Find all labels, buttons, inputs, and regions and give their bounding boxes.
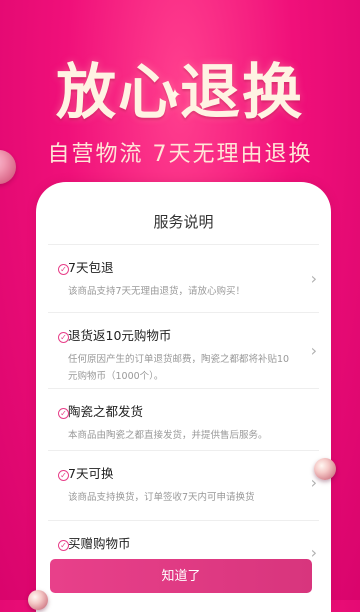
chevron-right-icon: ›: [310, 473, 317, 492]
service-item-desc: 该商品支持7天无理由退货，请放心购买！: [68, 286, 246, 297]
chevron-right-icon: ›: [310, 269, 317, 288]
service-item-name: 7天包退: [68, 260, 114, 275]
check-circle-icon: ✓: [58, 408, 69, 419]
service-item-return-coins[interactable]: ✓ 退货返10元购物币 任何原因产生的订单退货邮费，陶瓷之都都将补贴10元购物币…: [48, 313, 319, 389]
check-circle-icon: ✓: [58, 540, 69, 551]
card-title: 服务说明: [48, 182, 319, 245]
service-item-7day-return[interactable]: ✓ 7天包退 该商品支持7天无理由退货，请放心购买！ ›: [48, 245, 319, 313]
service-item-desc: 本商品由陶瓷之都直接发货，并提供售后服务。: [68, 430, 268, 441]
got-it-button[interactable]: 知道了: [50, 559, 312, 593]
service-item-7day-exchange[interactable]: ✓ 7天可换 该商品支持换货，订单签收7天内可申请换货 ›: [48, 451, 319, 521]
decorative-pearl: [314, 458, 336, 480]
chevron-right-icon: ›: [310, 341, 317, 360]
service-item-name: 7天可换: [68, 466, 114, 481]
check-circle-icon: ✓: [58, 470, 69, 481]
service-item-desc: 该商品支持换货，订单签收7天内可申请换货: [68, 492, 255, 503]
service-item-desc: 任何原因产生的订单退货邮费，陶瓷之都都将补贴10元购物币（1000个）。: [68, 354, 290, 382]
check-circle-icon: ✓: [58, 264, 69, 275]
chevron-right-icon: ›: [310, 543, 317, 562]
service-item-name: 买赠购物币: [68, 536, 131, 551]
service-item-name: 退货返10元购物币: [68, 328, 172, 343]
service-item-name: 陶瓷之都发货: [68, 404, 144, 419]
decorative-pearl: [28, 590, 48, 610]
service-info-card: 服务说明 ✓ 7天包退 该商品支持7天无理由退货，请放心购买！ › ✓ 退货返1…: [36, 182, 331, 612]
service-item-shipping: ✓ 陶瓷之都发货 本商品由陶瓷之都直接发货，并提供售后服务。: [48, 389, 319, 451]
sparkle-icon: ✦: [168, 85, 182, 104]
hero-subtitle: 自营物流 7天无理由退换: [47, 142, 313, 167]
check-circle-icon: ✓: [58, 332, 69, 343]
